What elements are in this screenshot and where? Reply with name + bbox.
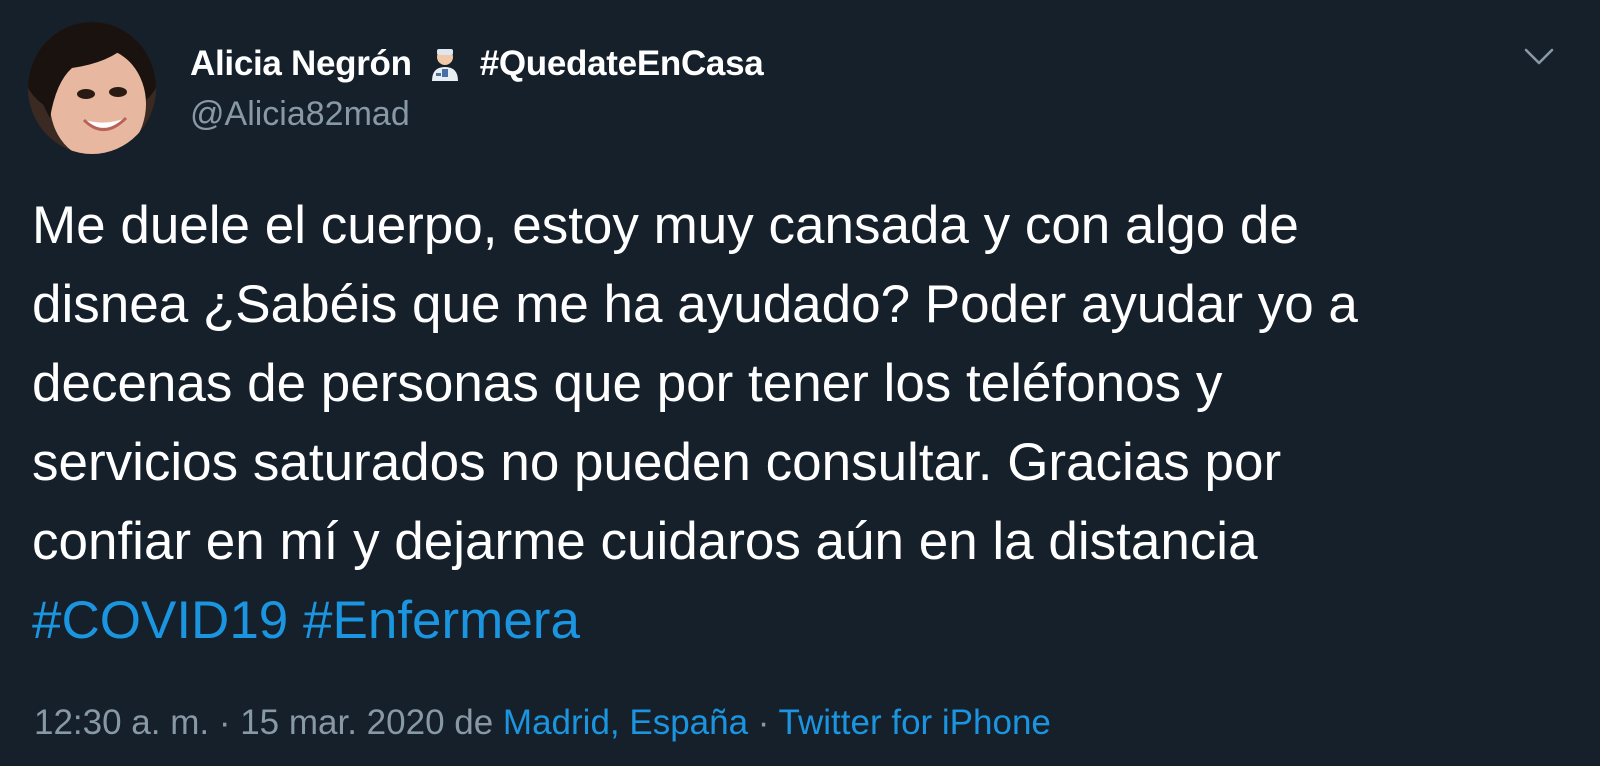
tweet-source-link[interactable]: Twitter for iPhone [779, 703, 1051, 742]
tweet-metadata: 12:30 a. m. · 15 mar. 2020 de Madrid, Es… [34, 700, 1051, 746]
user-handle[interactable]: @Alicia82mad [190, 92, 763, 136]
chevron-down-icon[interactable] [1522, 44, 1556, 70]
display-name-hashtag[interactable]: #QuedateEnCasa [480, 44, 764, 84]
meta-separator: · [748, 703, 779, 742]
hashtag-covid19[interactable]: #COVID19 [32, 591, 288, 650]
hashtag-enfermera[interactable]: #Enfermera [303, 591, 580, 650]
name-row[interactable]: Alicia Negrón #QuedateEnCasa [190, 36, 764, 92]
hashtag-line: #COVID19 #Enfermera [32, 581, 1562, 660]
tweet-text-line: disnea ¿Sabéis que me ha ayudado? Poder … [32, 275, 1358, 334]
meta-de-label: de [444, 703, 503, 742]
avatar[interactable] [28, 22, 156, 154]
tweet-text-line: confiar en mí y dejarme cuidaros aún en … [32, 512, 1258, 571]
display-name[interactable]: Alicia Negrón [190, 44, 412, 84]
tweet-text: Me duele el cuerpo, estoy muy cansada y … [32, 186, 1562, 660]
tweet-time[interactable]: 12:30 a. m. [34, 703, 209, 742]
tweet-location-link[interactable]: Madrid, España [503, 703, 748, 742]
tweet-card: Alicia Negrón #QuedateEnCasa @Alicia82ma… [0, 0, 1600, 766]
tweet-text-line: Me duele el cuerpo, estoy muy cansada y … [32, 196, 1299, 255]
tweet-date[interactable]: 15 mar. 2020 [240, 703, 444, 742]
meta-separator: · [209, 703, 241, 742]
tweet-text-line: decenas de personas que por tener los te… [32, 354, 1223, 413]
avatar-image [28, 22, 156, 154]
author-block: Alicia Negrón #QuedateEnCasa @Alicia82ma… [190, 36, 764, 136]
tweet-text-line: servicios saturados no pueden consultar.… [32, 433, 1282, 492]
health-worker-emoji-icon [430, 47, 460, 81]
